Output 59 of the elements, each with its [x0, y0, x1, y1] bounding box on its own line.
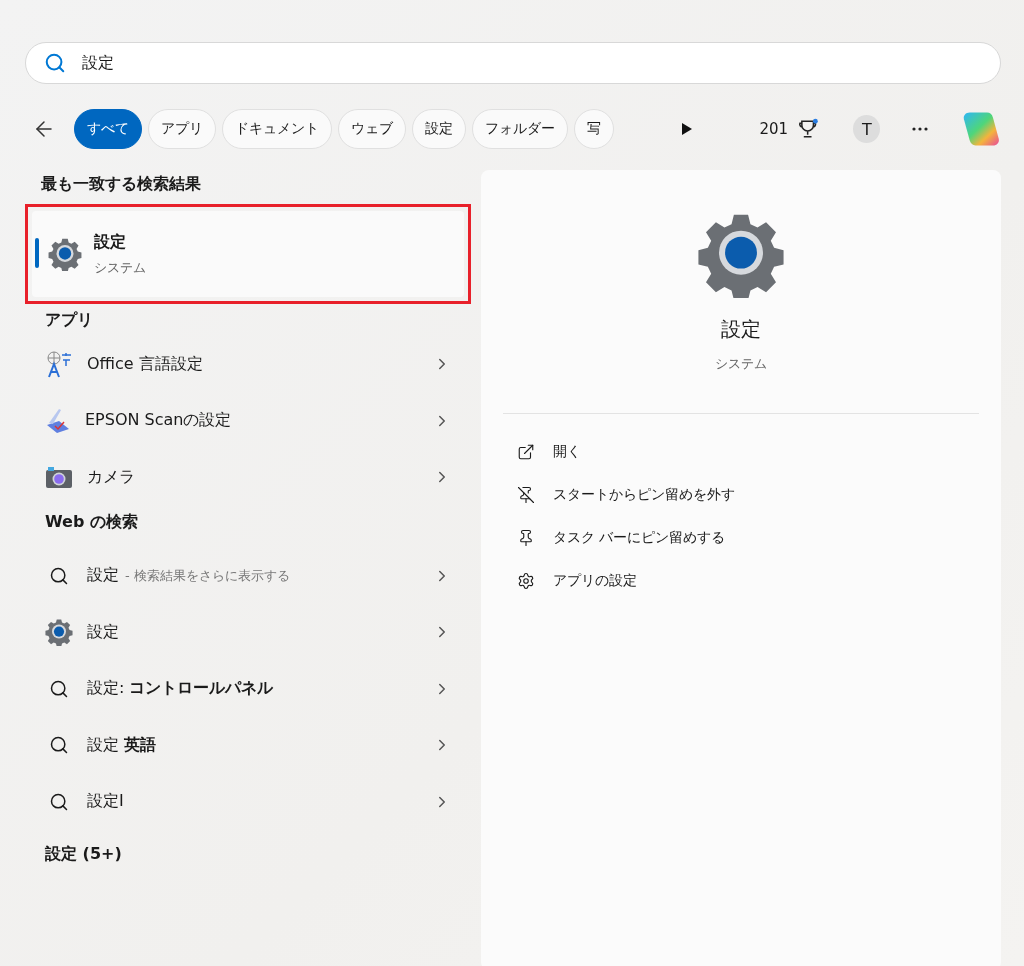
filter-tab[interactable]: ドキュメント — [221, 109, 332, 149]
app-name: カメラ — [87, 466, 136, 488]
search-icon — [49, 565, 69, 586]
filter-tab[interactable]: ウェブ — [337, 109, 406, 149]
web-search-result[interactable]: 設定 英語 — [25, 717, 471, 774]
section-heading: アプリ — [44, 309, 94, 331]
app-category: システム — [715, 355, 767, 373]
play-icon[interactable] — [681, 122, 694, 136]
gear-icon — [48, 237, 82, 271]
result-title: 設定 — [94, 231, 127, 253]
more-dots-icon — [912, 127, 929, 131]
trophy-icon[interactable] — [798, 118, 820, 140]
app-result[interactable]: EPSON Scanの設定 — [25, 392, 471, 449]
best-match-result[interactable]: 設定 システム — [32, 211, 464, 297]
action-item[interactable]: スタートからピン留めを外す — [517, 473, 1001, 516]
app-name: Office 言語設定 — [87, 353, 204, 375]
section-heading: Web の検索 — [44, 510, 139, 533]
unpin-icon — [517, 485, 535, 504]
app-result[interactable]: Office 言語設定 — [25, 336, 471, 393]
web-query: 設定 英語 — [87, 734, 158, 756]
search-icon — [49, 735, 69, 756]
filter-tab[interactable]: アプリ — [147, 109, 216, 149]
scanner-icon — [45, 406, 71, 435]
web-search-result[interactable]: 設定: コントロールパネル — [25, 660, 471, 717]
filter-tab[interactable]: フォルダー — [471, 109, 568, 149]
app-title: 設定 — [721, 316, 761, 343]
web-query: 設定: コントロールパネル — [87, 678, 275, 700]
web-search-result[interactable]: 設定I — [25, 773, 471, 830]
result-hint: - 検索結果をさらに表示する — [125, 566, 291, 585]
more-options-icon[interactable] — [912, 127, 929, 131]
filter-tab[interactable]: 写 — [573, 109, 614, 149]
gear-icon — [45, 618, 73, 647]
section-heading: 最も一致する検索結果 — [40, 173, 202, 195]
web-search-result[interactable]: 設定 — [25, 604, 471, 661]
external-link-icon — [517, 442, 535, 461]
camera-icon — [45, 465, 73, 490]
search-icon — [49, 791, 69, 812]
action-item[interactable]: アプリの設定 — [517, 559, 1001, 602]
search-icon — [49, 678, 69, 699]
web-search-result[interactable]: 設定 - 検索結果をさらに表示する — [25, 547, 471, 604]
web-query: 設定 — [87, 565, 119, 587]
app-result[interactable]: カメラ — [25, 449, 471, 506]
search-field[interactable]: 設定 — [80, 52, 982, 74]
web-query: 設定 — [87, 621, 120, 643]
settings-icon — [517, 571, 535, 590]
points-count: 201 — [759, 120, 789, 138]
language-icon — [45, 350, 73, 379]
pin-icon — [517, 528, 535, 547]
filter-tab[interactable]: 設定 — [411, 109, 466, 149]
account-avatar[interactable]: T — [853, 115, 881, 143]
app-name: EPSON Scanの設定 — [85, 410, 233, 432]
action-item[interactable]: 開く — [517, 430, 1001, 473]
action-item[interactable]: タスク バーにピン留めする — [517, 516, 1001, 559]
search-icon — [44, 52, 66, 74]
web-query: 設定I — [87, 791, 125, 813]
section-heading: 設定 (5+) — [44, 843, 123, 864]
result-subtitle: システム — [94, 258, 146, 277]
search-field[interactable]: 設定 — [25, 42, 1001, 84]
filter-tab[interactable]: すべて — [73, 109, 142, 149]
